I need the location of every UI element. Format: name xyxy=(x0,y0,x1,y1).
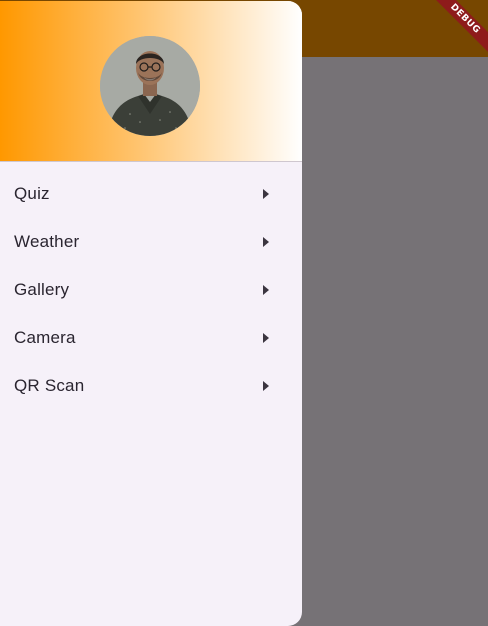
menu-item-camera[interactable]: Camera xyxy=(0,314,302,362)
menu-item-quiz[interactable]: Quiz xyxy=(0,170,302,218)
menu-item-label: Camera xyxy=(14,328,76,347)
arrow-right-icon xyxy=(263,333,269,343)
avatar[interactable] xyxy=(100,36,200,136)
menu-item-label: Quiz xyxy=(14,184,50,203)
avatar-image xyxy=(100,36,200,136)
menu-item-weather[interactable]: Weather xyxy=(0,218,302,266)
menu-item-qr-scan[interactable]: QR Scan xyxy=(0,362,302,410)
arrow-right-icon xyxy=(263,237,269,247)
menu-item-label: Gallery xyxy=(14,280,70,299)
arrow-right-icon xyxy=(263,381,269,391)
arrow-right-icon xyxy=(263,285,269,295)
drawer-menu: Quiz Weather Gallery Camera QR Scan xyxy=(0,162,302,410)
menu-item-label: Weather xyxy=(14,232,80,251)
arrow-right-icon xyxy=(263,189,269,199)
menu-item-label: QR Scan xyxy=(14,376,85,395)
navigation-drawer: Quiz Weather Gallery Camera QR Scan xyxy=(0,1,302,626)
drawer-header xyxy=(0,1,302,162)
menu-item-gallery[interactable]: Gallery xyxy=(0,266,302,314)
